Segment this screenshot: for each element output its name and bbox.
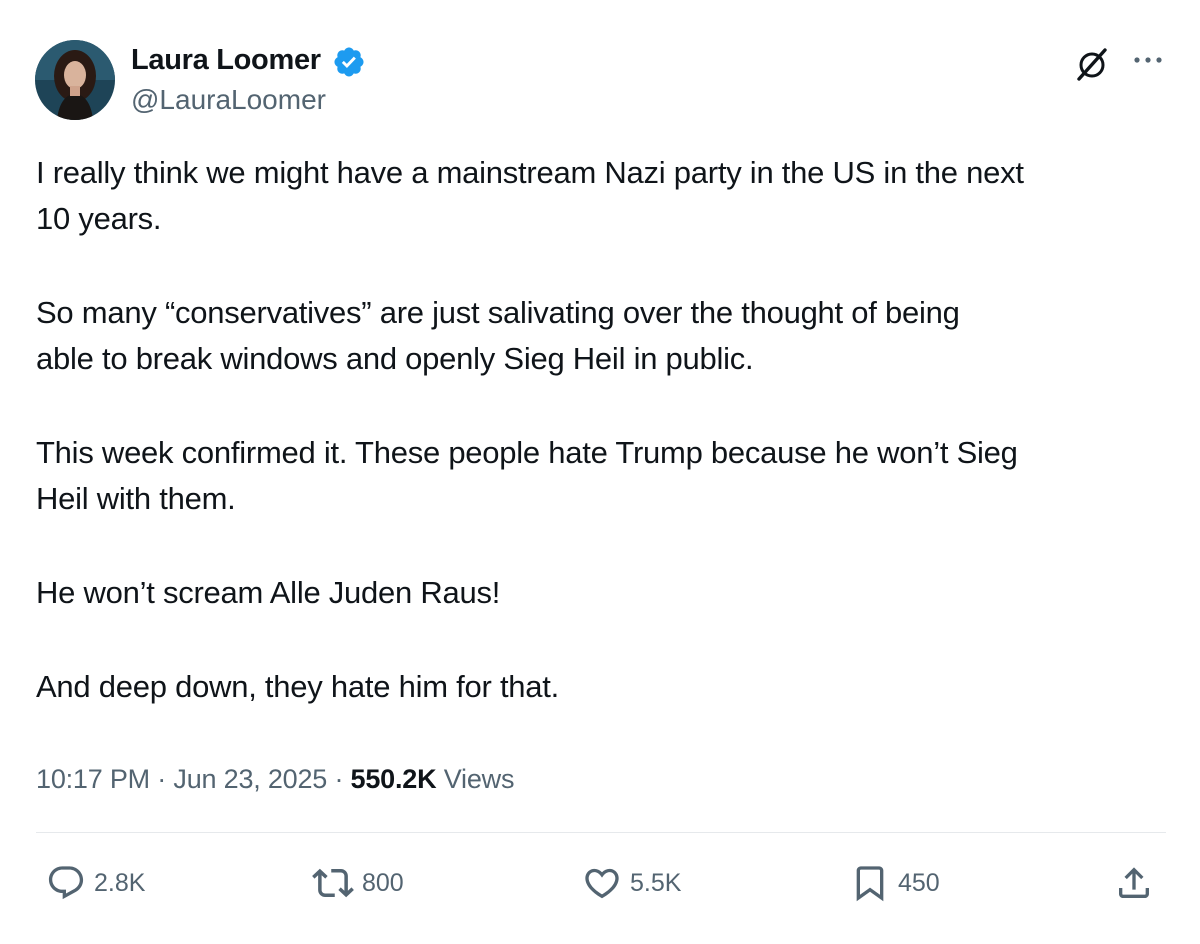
tweet-paragraph: He won’t scream Alle Juden Raus!	[36, 570, 1176, 616]
tweet-line: And deep down, they hate him for that.	[36, 669, 560, 704]
bookmark-icon	[856, 866, 884, 902]
heart-icon	[585, 868, 619, 899]
more-icon[interactable]	[1131, 49, 1165, 71]
tweet-paragraph: So many “conservatives” are just salivat…	[36, 290, 1176, 382]
like-button[interactable]: 5.5K	[582, 862, 681, 904]
grok-icon[interactable]	[1072, 44, 1112, 84]
meta-separator: ·	[334, 764, 344, 794]
tweet-time[interactable]: 10:17 PM	[36, 764, 150, 794]
bookmark-button[interactable]: 450	[850, 862, 940, 904]
tweet-line: So many “conservatives” are just salivat…	[36, 295, 960, 330]
views-label: Views	[443, 764, 515, 794]
verified-badge-icon[interactable]	[332, 45, 366, 79]
tweet-line: He won’t scream Alle Juden Raus!	[36, 575, 501, 610]
repost-button[interactable]: 800	[312, 862, 404, 904]
like-count: 5.5K	[630, 868, 682, 897]
tweet-text: I really think we might have a mainstrea…	[36, 150, 1176, 710]
share-button[interactable]	[1114, 862, 1154, 904]
tweet-paragraph: I really think we might have a mainstrea…	[36, 150, 1176, 242]
tweet-paragraph: This week confirmed it. These people hat…	[36, 430, 1176, 522]
share-icon	[1119, 867, 1149, 898]
tweet-line: This week confirmed it. These people hat…	[36, 435, 1018, 470]
repost-icon	[312, 868, 354, 898]
tweet-meta: 10:17 PM · Jun 23, 2025 · 550.2K Views	[36, 761, 514, 797]
tweet-line: I really think we might have a mainstrea…	[36, 155, 1024, 190]
reply-icon	[48, 866, 84, 900]
display-name[interactable]: Laura Loomer	[131, 42, 321, 78]
divider	[36, 832, 1166, 833]
tweet-date[interactable]: Jun 23, 2025	[173, 764, 327, 794]
tweet-paragraph: And deep down, they hate him for that.	[36, 664, 1176, 710]
reply-count: 2.8K	[94, 868, 146, 897]
handle[interactable]: @LauraLoomer	[131, 82, 326, 118]
views-count: 550.2K	[350, 764, 437, 794]
bookmark-count: 450	[898, 868, 940, 897]
tweet-line: Heil with them.	[36, 481, 236, 516]
tweet-line: able to break windows and openly Sieg He…	[36, 341, 754, 376]
meta-separator: ·	[157, 764, 167, 794]
repost-count: 800	[362, 868, 404, 897]
avatar[interactable]	[35, 40, 115, 120]
reply-button[interactable]: 2.8K	[46, 862, 145, 904]
tweet-line: 10 years.	[36, 201, 162, 236]
